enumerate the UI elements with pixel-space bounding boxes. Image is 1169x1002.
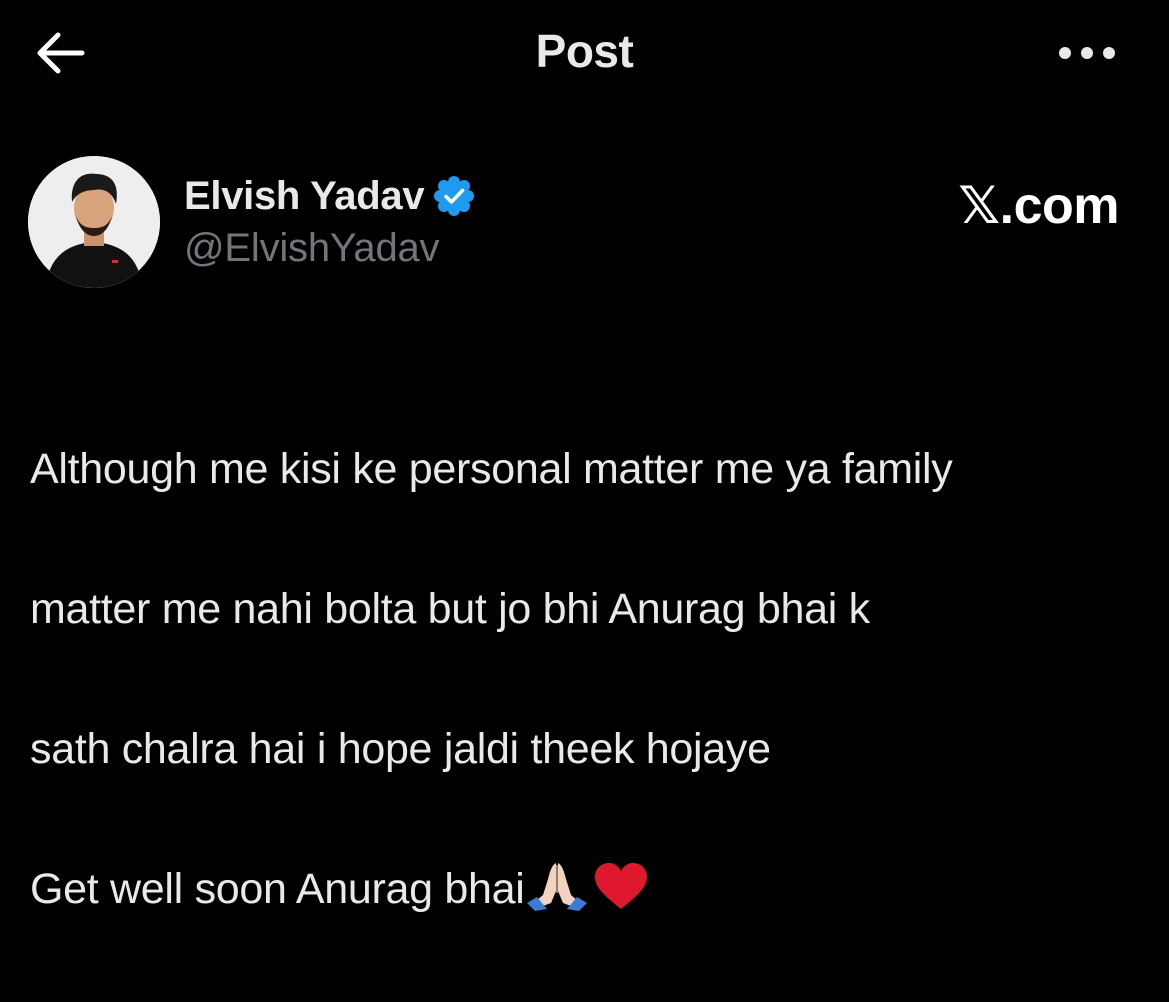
avatar[interactable] (28, 156, 160, 288)
top-bar: Post (0, 0, 1169, 108)
post-body: Although me kisi ke personal matter me y… (30, 364, 1155, 1002)
author-name-row[interactable]: Elvish Yadav (184, 170, 475, 222)
post-line: matter me nahi bolta but jo bhi Anurag b… (30, 585, 870, 633)
folded-hands-icon (525, 861, 589, 932)
red-heart-icon (589, 861, 653, 932)
more-horizontal-icon (1059, 47, 1115, 59)
page-title: Post (535, 25, 634, 77)
post-line-last: Get well soon Anurag bhai (30, 854, 1155, 932)
verified-badge-icon (434, 176, 475, 216)
author-display-name[interactable]: Elvish Yadav (184, 174, 425, 219)
profile-photo-image (28, 156, 160, 288)
post-line: Get well soon Anurag bhai (30, 865, 525, 913)
author-handle[interactable]: @ElvishYadav (184, 226, 440, 271)
more-options-button[interactable] (1054, 38, 1120, 68)
x-com-watermark: 𝕏.com (958, 177, 1119, 235)
post-line: Although me kisi ke personal matter me y… (30, 445, 953, 493)
post-line: sath chalra hai i hope jaldi theek hojay… (30, 725, 771, 773)
